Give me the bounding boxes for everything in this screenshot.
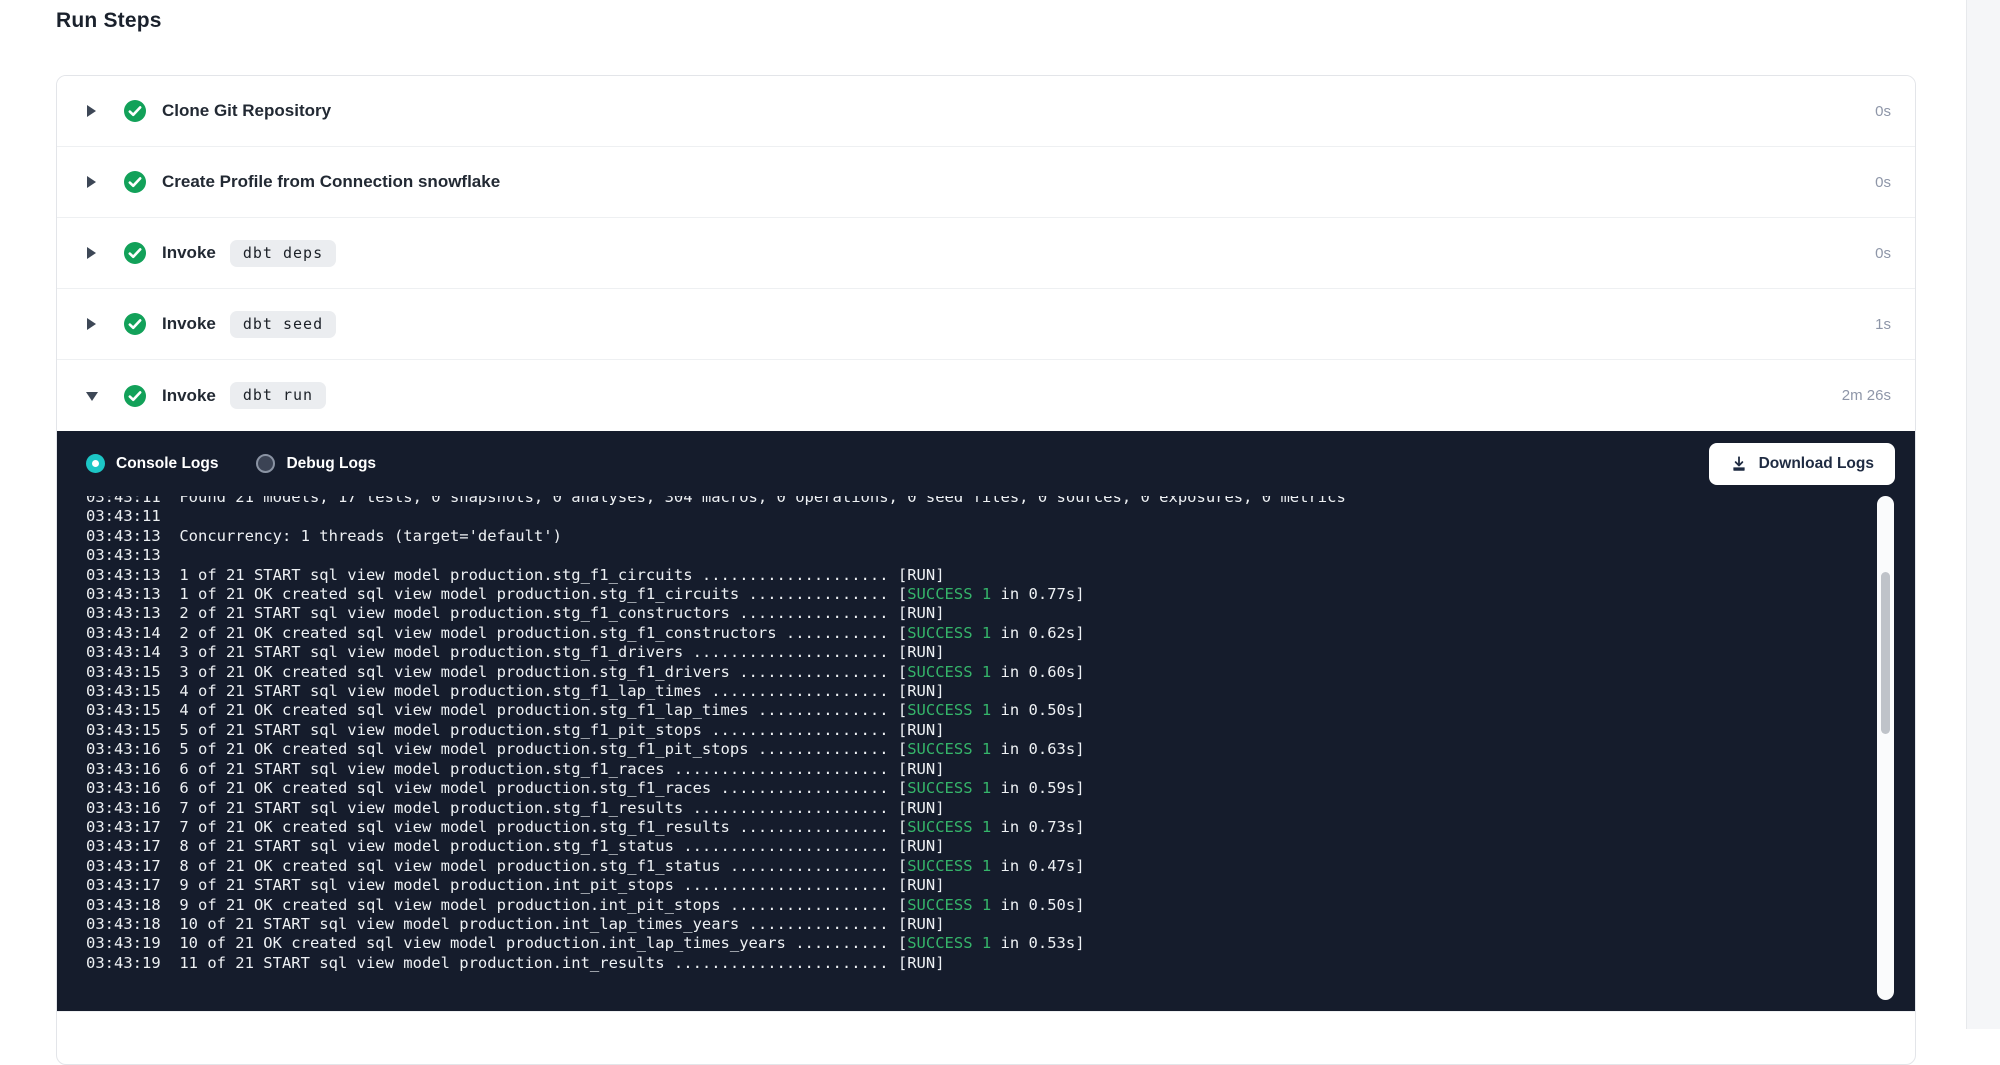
log-line: 03:43:18 9 of 21 OK created sql view mod… (86, 896, 1871, 915)
log-line: 03:43:19 10 of 21 OK created sql view mo… (86, 934, 1871, 953)
success-check-icon (123, 241, 147, 265)
log-line: 03:43:17 7 of 21 OK created sql view mod… (86, 818, 1871, 837)
log-line: 03:43:19 11 of 21 START sql view model p… (86, 954, 1871, 973)
success-check-icon (123, 170, 147, 194)
download-logs-label: Download Logs (1759, 455, 1874, 473)
download-icon (1730, 455, 1748, 473)
console-scrollbar-thumb[interactable] (1881, 572, 1890, 734)
log-line: 03:43:15 4 of 21 OK created sql view mod… (86, 701, 1871, 720)
log-line: 03:43:11 Found 21 models, 17 tests, 0 sn… (86, 496, 1871, 507)
debug-logs-radio-label: Debug Logs (286, 455, 376, 473)
chevron-right-icon[interactable] (85, 246, 99, 260)
log-line: 03:43:15 4 of 21 START sql view model pr… (86, 682, 1871, 701)
step-command-badge: dbt seed (230, 311, 336, 338)
log-line: 03:43:17 8 of 21 OK created sql view mod… (86, 857, 1871, 876)
step-label: Invoke (162, 314, 216, 334)
log-line: 03:43:16 5 of 21 OK created sql view mod… (86, 740, 1871, 759)
console-log-panel: Console Logs Debug Logs Download Logs 03… (57, 431, 1915, 1012)
log-line: 03:43:15 5 of 21 START sql view model pr… (86, 721, 1871, 740)
run-step-row[interactable]: Create Profile from Connection snowflake… (57, 147, 1915, 218)
run-steps-card: Clone Git Repository0sCreate Profile fro… (56, 75, 1916, 1065)
step-label: Invoke (162, 386, 216, 406)
log-line: 03:43:13 1 of 21 START sql view model pr… (86, 566, 1871, 585)
step-duration: 0s (1875, 103, 1891, 120)
log-line: 03:43:18 10 of 21 START sql view model p… (86, 915, 1871, 934)
step-duration: 0s (1875, 174, 1891, 191)
log-line: 03:43:16 7 of 21 START sql view model pr… (86, 799, 1871, 818)
chevron-right-icon[interactable] (85, 317, 99, 331)
log-line: 03:43:15 3 of 21 OK created sql view mod… (86, 663, 1871, 682)
console-log-output[interactable]: 03:43:11 Found 21 models, 17 tests, 0 sn… (57, 496, 1871, 997)
log-line: 03:43:14 3 of 21 START sql view model pr… (86, 643, 1871, 662)
debug-logs-radio-option[interactable]: Debug Logs (256, 454, 376, 473)
console-logs-radio-option[interactable]: Console Logs (86, 454, 218, 473)
console-header: Console Logs Debug Logs Download Logs (57, 431, 1915, 496)
page-right-gutter (1966, 0, 2000, 1029)
run-step-row[interactable]: Clone Git Repository 0s (57, 76, 1915, 147)
chevron-down-icon[interactable] (85, 389, 99, 403)
log-line: 03:43:17 9 of 21 START sql view model pr… (86, 876, 1871, 895)
step-command-badge: dbt deps (230, 240, 336, 267)
run-steps-list: Clone Git Repository0sCreate Profile fro… (57, 76, 1915, 431)
step-command-badge: dbt run (230, 382, 326, 409)
log-line: 03:43:13 (86, 546, 1871, 565)
success-check-icon (123, 312, 147, 336)
success-check-icon (123, 99, 147, 123)
download-logs-button[interactable]: Download Logs (1709, 443, 1895, 485)
step-duration: 2m 26s (1842, 387, 1891, 404)
radio-selected-icon[interactable] (86, 454, 105, 473)
chevron-right-icon[interactable] (85, 104, 99, 118)
log-line: 03:43:13 Concurrency: 1 threads (target=… (86, 527, 1871, 546)
log-line: 03:43:16 6 of 21 OK created sql view mod… (86, 779, 1871, 798)
run-step-row[interactable]: Invoke dbt seed 1s (57, 289, 1915, 360)
console-logs-radio-label: Console Logs (116, 455, 218, 473)
radio-unselected-icon[interactable] (256, 454, 275, 473)
console-scrollbar-track[interactable] (1877, 496, 1894, 1000)
step-duration: 1s (1875, 316, 1891, 333)
log-line: 03:43:14 2 of 21 OK created sql view mod… (86, 624, 1871, 643)
step-label: Create Profile from Connection snowflake (162, 172, 500, 192)
step-label: Invoke (162, 243, 216, 263)
log-line: 03:43:13 2 of 21 START sql view model pr… (86, 604, 1871, 623)
run-step-row[interactable]: Invoke dbt run 2m 26s (57, 360, 1915, 431)
step-label: Clone Git Repository (162, 101, 331, 121)
run-step-row[interactable]: Invoke dbt deps 0s (57, 218, 1915, 289)
success-check-icon (123, 384, 147, 408)
log-line: 03:43:16 6 of 21 START sql view model pr… (86, 760, 1871, 779)
log-line: 03:43:17 8 of 21 START sql view model pr… (86, 837, 1871, 856)
chevron-right-icon[interactable] (85, 175, 99, 189)
page-title: Run Steps (56, 9, 162, 33)
log-line: 03:43:11 (86, 507, 1871, 526)
log-line: 03:43:13 1 of 21 OK created sql view mod… (86, 585, 1871, 604)
step-duration: 0s (1875, 245, 1891, 262)
